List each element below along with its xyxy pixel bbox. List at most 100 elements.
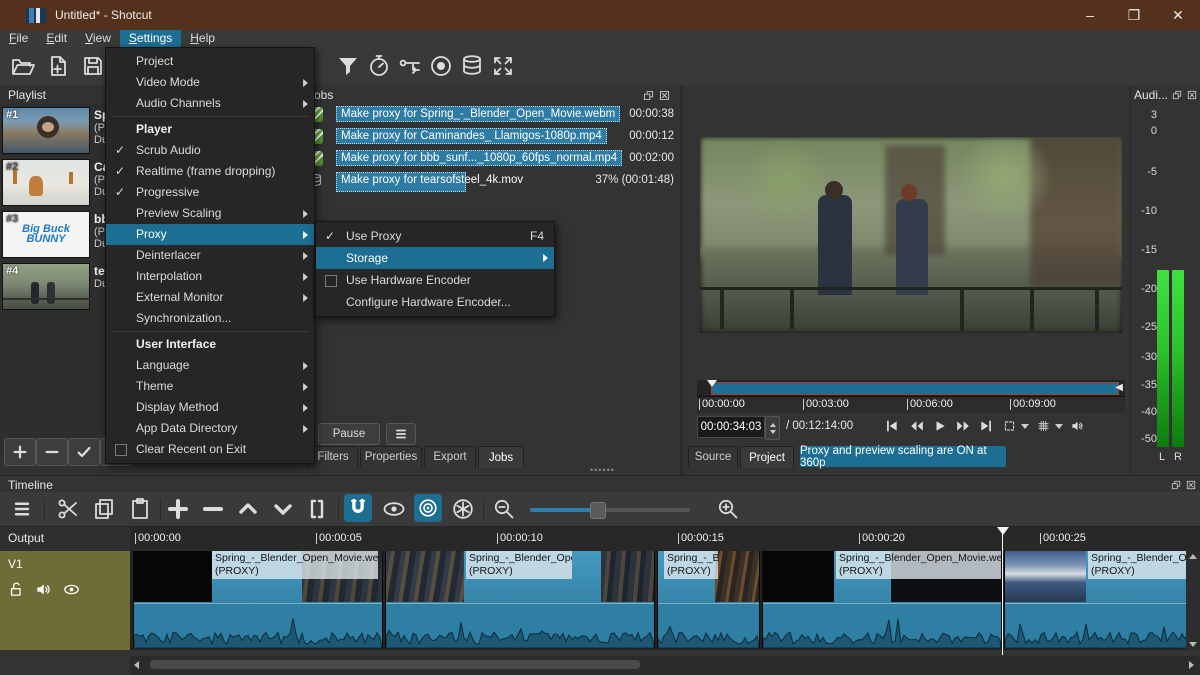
tab-filters[interactable]: Filters — [308, 446, 358, 467]
timeline-clip[interactable]: Spring_-_Blender_Open_Movie.webm(PROXY) — [385, 551, 655, 648]
ripple-delete-icon[interactable] — [201, 497, 225, 521]
job-row-4[interactable]: Make proxy for tearsofsteel_4k.mov 37% (… — [300, 171, 680, 192]
save-icon[interactable] — [80, 54, 106, 78]
float-panel-icon[interactable] — [643, 90, 654, 101]
split-icon[interactable] — [305, 497, 329, 521]
connector-icon[interactable] — [398, 54, 422, 78]
trim-out-handle[interactable]: ◀ — [1115, 382, 1123, 394]
track-header-v1[interactable]: V1 — [0, 551, 130, 651]
tab-export[interactable]: Export — [424, 446, 476, 467]
stack-icon[interactable] — [460, 54, 484, 78]
minimize-button[interactable]: – — [1068, 0, 1112, 30]
track-lock-icon[interactable] — [8, 581, 25, 598]
menu-item-synchronization[interactable]: Synchronization... — [106, 308, 314, 329]
close-panel-icon[interactable] — [1186, 480, 1196, 490]
filters-icon[interactable] — [336, 54, 360, 78]
ripple-all-tracks-icon[interactable] — [451, 497, 475, 521]
zoom-slider-handle[interactable] — [590, 502, 606, 519]
timeline-clip[interactable]: Spring_-_Blender_Open_Movie.webm(PROXY) — [133, 551, 383, 648]
timeline-clip[interactable]: Spring_-_Blender_Open_Movie.webm(PROXY) — [762, 551, 1002, 648]
lift-icon[interactable] — [236, 497, 260, 521]
timeline-hscrollbar[interactable] — [130, 656, 1200, 675]
position-spinner[interactable] — [765, 416, 780, 440]
volume-icon[interactable] — [1069, 419, 1085, 433]
menu-item-video-mode[interactable]: Video Mode — [106, 72, 314, 93]
submenu-item-use-hardware-encoder[interactable]: Use Hardware Encoder — [316, 269, 554, 291]
tab-project[interactable]: Project — [740, 446, 794, 468]
fullscreen-icon[interactable] — [491, 54, 515, 78]
maximize-button[interactable]: ❒ — [1112, 0, 1156, 30]
title-bar[interactable]: Untitled* - Shotcut – ❒ ✕ — [0, 0, 1200, 30]
grid-button[interactable] — [1036, 419, 1051, 433]
player-playhead[interactable] — [707, 380, 717, 387]
timer-icon[interactable] — [367, 54, 391, 78]
job-row-3[interactable]: Make proxy for bbb_sunf..._1080p_60fps_n… — [300, 149, 680, 170]
menu-item-display-method[interactable]: Display Method — [106, 397, 314, 418]
splitter-handle[interactable]: •••••• — [590, 465, 615, 475]
current-position-field[interactable]: 00:00:34:03 — [697, 416, 765, 438]
timeline-clip[interactable]: Spring_-_Blender_Open_Movie.webm(PROXY) — [657, 551, 760, 648]
menu-item-clear-recent[interactable]: Clear Recent on Exit — [106, 439, 314, 460]
snap-toggle[interactable] — [344, 494, 372, 522]
playlist-remove-button[interactable] — [36, 438, 68, 466]
job-row-1[interactable]: Make proxy for Spring_-_Blender_Open_Mov… — [300, 105, 680, 126]
menu-item-app-data-directory[interactable]: App Data Directory — [106, 418, 314, 439]
tab-source[interactable]: Source — [688, 446, 738, 467]
tab-jobs[interactable]: Jobs — [478, 446, 524, 468]
menu-item-preview-scaling[interactable]: Preview Scaling — [106, 203, 314, 224]
menu-item-audio-channels[interactable]: Audio Channels — [106, 93, 314, 114]
append-icon[interactable] — [166, 497, 190, 521]
grid-dropdown-icon[interactable] — [1055, 424, 1063, 429]
zoom-fit-button[interactable] — [1002, 419, 1017, 433]
timeline-playhead-line[interactable] — [1002, 533, 1003, 655]
menu-item-proxy[interactable]: Proxy — [106, 224, 314, 245]
submenu-item-use-proxy[interactable]: ✓Use ProxyF4 — [316, 225, 554, 247]
player-scrub-bar[interactable]: ◀ — [697, 380, 1125, 396]
tab-properties[interactable]: Properties — [360, 446, 422, 467]
job-row-2[interactable]: Make proxy for Caminandes_ Llamigos-1080… — [300, 127, 680, 148]
menu-item-progressive[interactable]: ✓Progressive — [106, 182, 314, 203]
output-track-header[interactable]: Output — [0, 527, 130, 552]
float-panel-icon[interactable] — [1171, 480, 1181, 490]
record-icon[interactable] — [429, 54, 453, 78]
timeline-clip[interactable]: Spring_-_Blender_Open_Movie.webm(PROXY) — [1004, 551, 1200, 648]
menu-item-theme[interactable]: Theme — [106, 376, 314, 397]
scrub-while-dragging-icon[interactable] — [381, 497, 407, 521]
menu-item-realtime[interactable]: ✓Realtime (frame dropping) — [106, 161, 314, 182]
timeline-menu-icon[interactable] — [12, 500, 32, 518]
submenu-item-configure-hardware-encoder[interactable]: Configure Hardware Encoder... — [316, 291, 554, 313]
timeline-ruler[interactable]: 00:00:00 00:00:05 00:00:10 00:00:15 00:0… — [130, 527, 1200, 552]
menu-item-project[interactable]: Project — [106, 51, 314, 72]
paste-icon[interactable] — [128, 497, 152, 521]
jobs-pause-button[interactable]: Pause — [318, 423, 380, 445]
track-mute-icon[interactable] — [34, 581, 52, 598]
player-time-ruler[interactable]: 00:00:00 00:03:00 00:06:00 00:09:00 — [697, 396, 1125, 413]
submenu-item-storage[interactable]: Storage — [316, 247, 554, 269]
menu-item-scrub-audio[interactable]: ✓Scrub Audio — [106, 140, 314, 161]
hscrollbar-thumb[interactable] — [150, 660, 640, 669]
menu-item-deinterlacer[interactable]: Deinterlacer — [106, 245, 314, 266]
skip-end-button[interactable] — [978, 419, 994, 433]
timeline-vscrollbar[interactable] — [1186, 551, 1200, 650]
proxy-status-badge[interactable]: Proxy and preview scaling are ON at 360p — [800, 446, 1006, 467]
close-button[interactable]: ✕ — [1156, 0, 1200, 30]
menu-file[interactable]: File — [0, 30, 37, 47]
track-hide-icon[interactable] — [62, 581, 81, 598]
play-button[interactable] — [932, 419, 948, 433]
fast-forward-button[interactable] — [954, 419, 972, 433]
menu-help[interactable]: Help — [181, 30, 224, 47]
float-panel-icon[interactable] — [1172, 90, 1182, 100]
playlist-add-button[interactable] — [4, 438, 36, 466]
playlist-update-button[interactable] — [68, 438, 100, 466]
in-out-range[interactable] — [711, 382, 1119, 395]
zoom-out-icon[interactable] — [492, 497, 516, 521]
jobs-menu-button[interactable] — [386, 423, 416, 445]
skip-start-button[interactable] — [884, 419, 900, 433]
zoom-dropdown-icon[interactable] — [1021, 424, 1029, 429]
overwrite-icon[interactable] — [271, 497, 295, 521]
timeline-zoom-slider[interactable] — [530, 508, 690, 512]
open-other-icon[interactable] — [45, 54, 71, 78]
rewind-button[interactable] — [908, 419, 926, 433]
close-panel-icon[interactable] — [659, 90, 670, 101]
menu-item-external-monitor[interactable]: External Monitor — [106, 287, 314, 308]
